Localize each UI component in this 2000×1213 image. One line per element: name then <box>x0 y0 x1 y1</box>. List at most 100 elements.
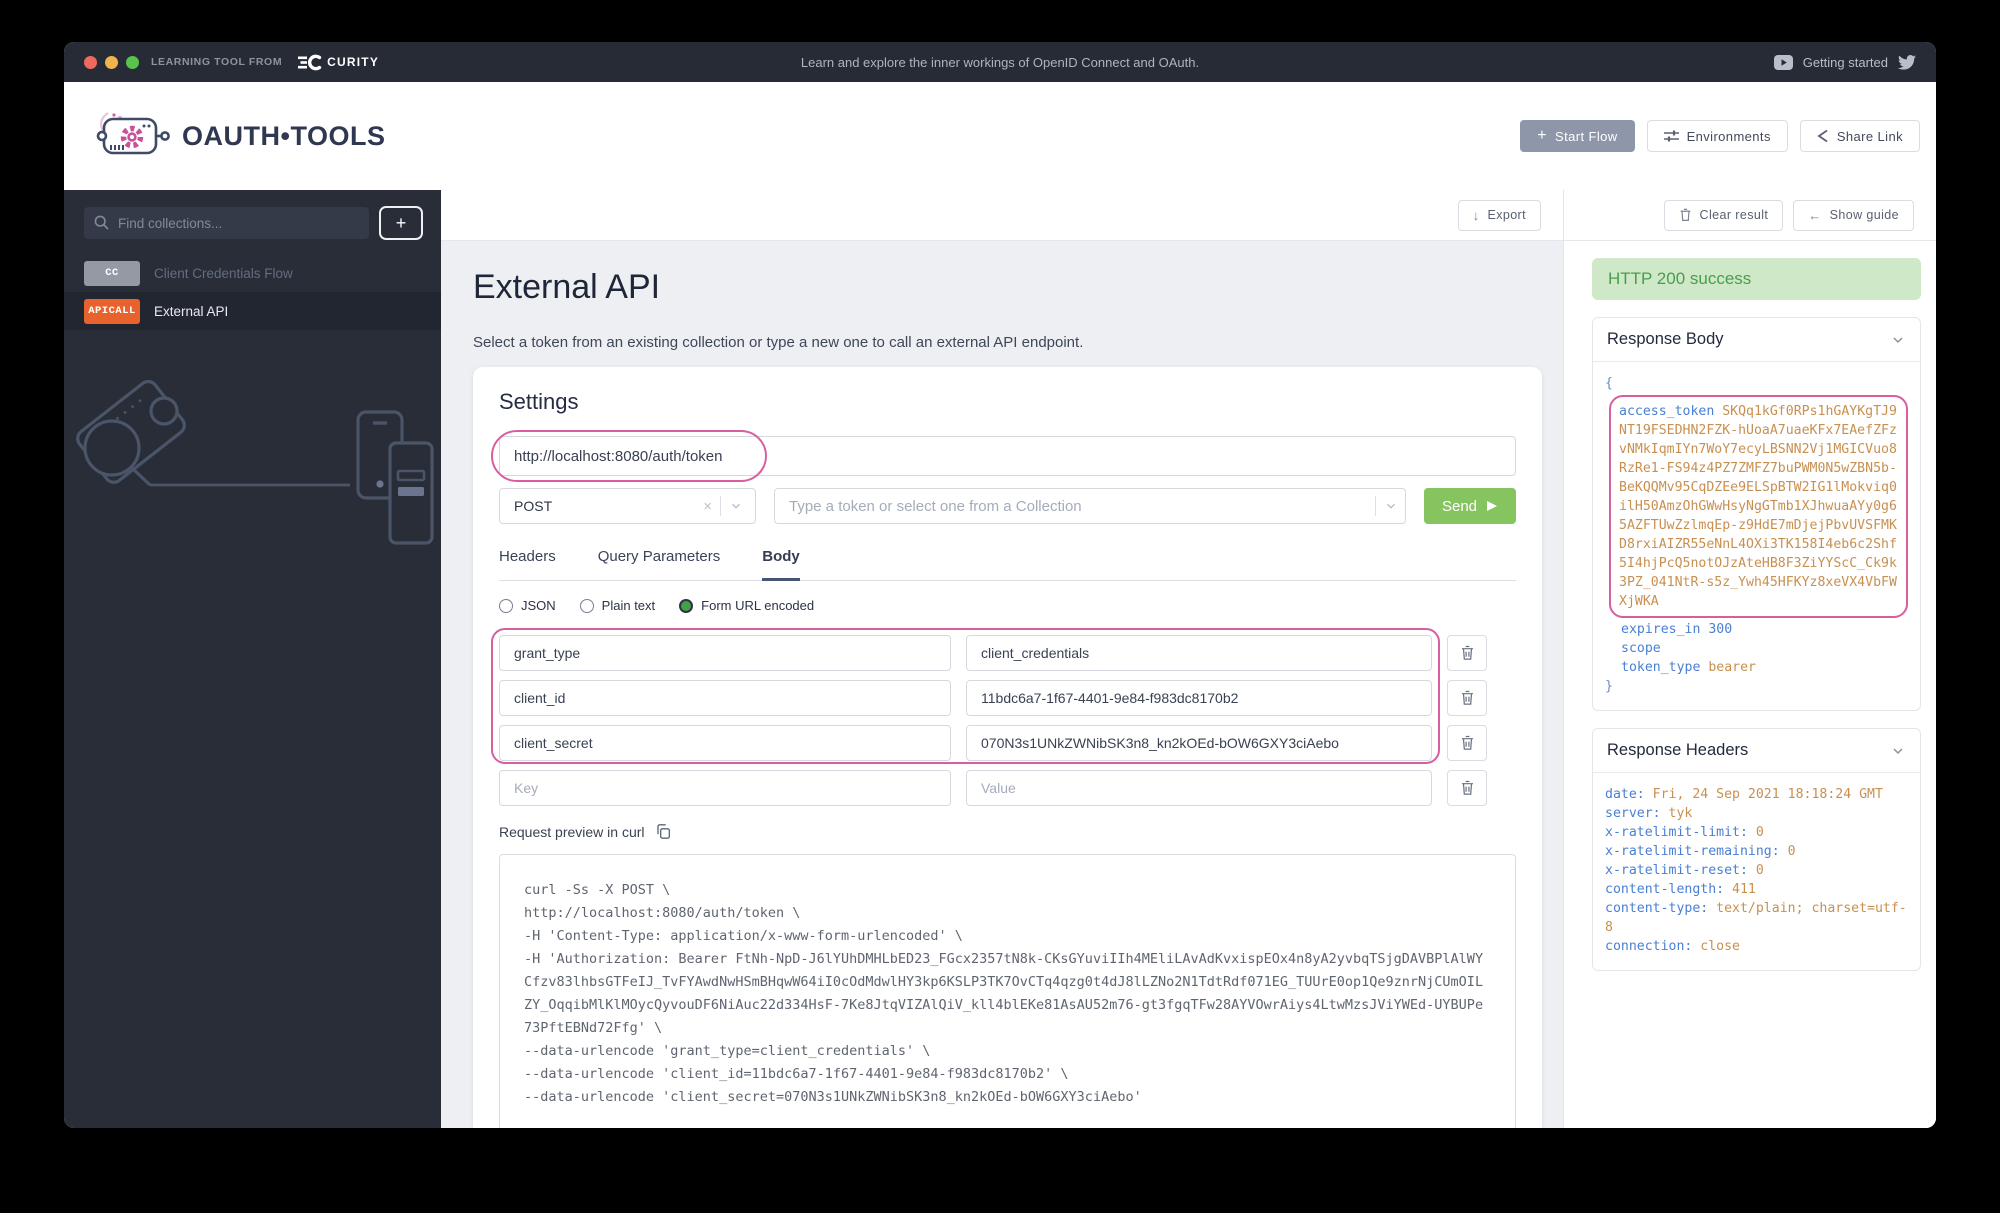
chevron-down-icon[interactable] <box>721 499 747 513</box>
header-line: x-ratelimit-remaining: 0 <box>1605 842 1908 861</box>
param-value-input[interactable] <box>966 770 1432 806</box>
header-line: date: Fri, 24 Sep 2021 18:18:24 GMT <box>1605 785 1908 804</box>
page-title: External API <box>473 267 1542 307</box>
param-value-input[interactable] <box>966 635 1432 671</box>
settings-heading: Settings <box>499 389 1516 415</box>
param-key-input[interactable] <box>499 680 951 716</box>
param-key-input[interactable] <box>499 725 951 761</box>
trash-icon <box>1460 645 1475 661</box>
clear-method-icon[interactable]: × <box>695 498 720 515</box>
share-icon <box>1817 129 1829 143</box>
left-arrow-icon: ← <box>1808 208 1821 223</box>
tab-query-parameters[interactable]: Query Parameters <box>598 548 721 581</box>
ticket-api-illustration <box>64 370 441 580</box>
http-method-value: POST <box>514 498 695 514</box>
radio-form-url-encoded[interactable]: Form URL encoded <box>679 598 814 613</box>
result-scroll-area[interactable]: HTTP 200 success Response Body { access_… <box>1564 241 1936 1128</box>
clear-result-button[interactable]: Clear result <box>1664 200 1784 231</box>
trash-icon <box>1460 735 1475 751</box>
response-headers-header[interactable]: Response Headers <box>1593 729 1920 773</box>
result-toolbar: Clear result ← Show guide <box>1564 190 1936 241</box>
token-input[interactable] <box>774 488 1406 524</box>
header-line: server: tyk <box>1605 804 1908 823</box>
param-key-input[interactable] <box>499 635 951 671</box>
tab-body[interactable]: Body <box>762 548 800 581</box>
delete-param-button[interactable] <box>1447 680 1487 716</box>
json-key: access_token <box>1619 404 1714 419</box>
delete-param-button[interactable] <box>1447 725 1487 761</box>
header-line: x-ratelimit-reset: 0 <box>1605 861 1908 880</box>
send-button[interactable]: Send <box>1424 488 1516 524</box>
param-row <box>499 635 1516 671</box>
request-tabs: Headers Query Parameters Body <box>499 548 1516 581</box>
param-row <box>499 725 1516 761</box>
minimize-window-button[interactable] <box>105 56 118 69</box>
body-type-options: JSON Plain text Form URL encoded <box>499 598 1516 613</box>
start-flow-button[interactable]: + Start Flow <box>1520 120 1634 152</box>
radio-circle <box>580 599 594 613</box>
trash-icon <box>1679 208 1692 222</box>
curl-line: --data-urlencode 'grant_type=client_cred… <box>524 1040 1491 1063</box>
response-body-json: { access_token SKQq1kGf0RPs1hGAYKgTJ9NT1… <box>1593 362 1920 710</box>
curity-brand[interactable]: CURITY <box>298 54 379 71</box>
zoom-window-button[interactable] <box>126 56 139 69</box>
show-guide-button[interactable]: ← Show guide <box>1793 200 1914 231</box>
copy-curl-button[interactable] <box>655 823 671 840</box>
share-link-button[interactable]: Share Link <box>1800 120 1920 152</box>
header-line: connection: close <box>1605 937 1908 956</box>
page-description: Select a token from an existing collecti… <box>473 333 1542 353</box>
search-icon <box>94 215 109 235</box>
chevron-down-icon <box>1890 332 1906 348</box>
copy-icon <box>655 823 671 840</box>
request-scroll-area[interactable]: External API Select a token from an exis… <box>441 241 1563 1128</box>
environments-button[interactable]: Environments <box>1647 120 1788 152</box>
param-value-input[interactable] <box>966 680 1432 716</box>
learning-tool-label: LEARNING TOOL FROM <box>151 56 282 68</box>
curl-line: -H 'Authorization: Bearer FtNh-NpD-J6lYU… <box>524 948 1491 1040</box>
endpoint-url-input[interactable] <box>499 436 1516 476</box>
header-line: x-ratelimit-limit: 0 <box>1605 823 1908 842</box>
header-line: content-length: 411 <box>1605 880 1908 899</box>
sidebar-item-label: Client Credentials Flow <box>154 266 293 281</box>
response-headers-card: Response Headers date: Fri, 24 Sep 2021 … <box>1592 728 1921 971</box>
sidebar-item-client-credentials-flow[interactable]: CC Client Credentials Flow <box>64 254 441 292</box>
curl-preview-label: Request preview in curl <box>499 824 645 840</box>
radio-plain-text[interactable]: Plain text <box>580 598 655 613</box>
send-arrow-icon <box>1486 500 1498 512</box>
http-method-select[interactable]: POST × <box>499 488 756 524</box>
param-key-input[interactable] <box>499 770 951 806</box>
getting-started-link[interactable]: Getting started <box>1803 55 1888 70</box>
chevron-down-icon[interactable] <box>1384 499 1398 513</box>
sliders-icon <box>1664 129 1679 143</box>
export-button[interactable]: ↓ Export <box>1458 200 1541 231</box>
status-badge: HTTP 200 success <box>1592 258 1921 300</box>
window-titlebar: LEARNING TOOL FROM CURITY Learn and expl… <box>64 42 1936 82</box>
app-window: LEARNING TOOL FROM CURITY Learn and expl… <box>64 42 1936 1128</box>
access-token-value: SKQq1kGf0RPs1hGAYKgTJ9NT19FSEDHN2FZK-hUo… <box>1619 404 1897 609</box>
sidebar-item-external-api[interactable]: APICALL External API <box>64 292 441 330</box>
json-line: expires_in 300 <box>1605 620 1908 639</box>
curl-line: http://localhost:8080/auth/token \ <box>524 902 1491 925</box>
close-window-button[interactable] <box>84 56 97 69</box>
radio-json[interactable]: JSON <box>499 598 556 613</box>
param-value-input[interactable] <box>966 725 1432 761</box>
search-collections-input[interactable] <box>84 207 369 239</box>
response-body-card: Response Body { access_token SKQq1kGf0RP… <box>1592 317 1921 711</box>
add-collection-button[interactable]: + <box>379 206 423 240</box>
app-logo[interactable]: OAUTH•TOOLS <box>92 107 385 165</box>
twitter-icon[interactable] <box>1898 55 1916 70</box>
delete-param-button[interactable] <box>1447 770 1487 806</box>
app-header: OAUTH•TOOLS + Start Flow Environments <box>64 82 1936 190</box>
param-row-empty <box>499 770 1516 806</box>
delete-param-button[interactable] <box>1447 635 1487 671</box>
sidebar-item-label: External API <box>154 304 228 319</box>
radio-circle <box>679 599 693 613</box>
plus-icon: + <box>396 213 407 233</box>
curity-name: CURITY <box>327 55 379 69</box>
response-headers-list: date: Fri, 24 Sep 2021 18:18:24 GMT serv… <box>1593 773 1920 970</box>
youtube-icon[interactable] <box>1774 55 1793 70</box>
trash-icon <box>1460 690 1475 706</box>
response-body-header[interactable]: Response Body <box>1593 318 1920 362</box>
tab-headers[interactable]: Headers <box>499 548 556 581</box>
trash-icon <box>1460 780 1475 796</box>
